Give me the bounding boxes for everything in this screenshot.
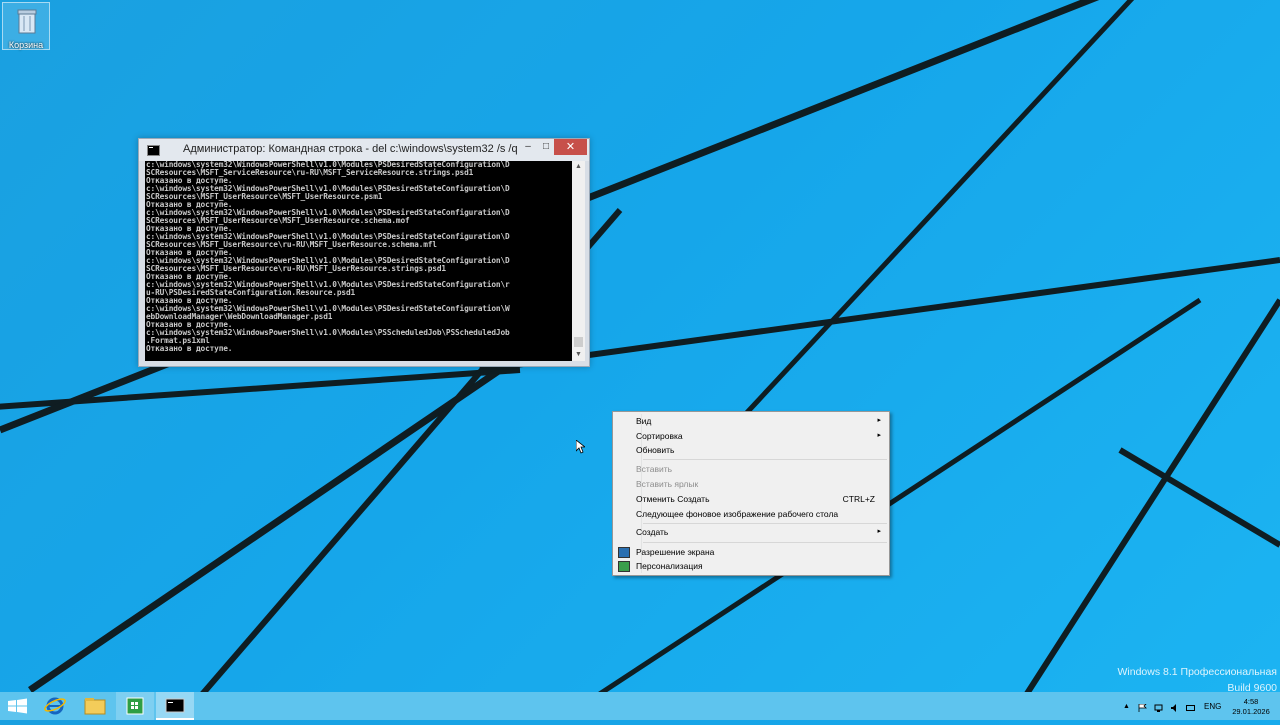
start-button[interactable] xyxy=(0,692,38,720)
volume-icon[interactable] xyxy=(1170,704,1179,712)
menu-separator xyxy=(643,523,887,524)
menu-item-label: Разрешение экрана xyxy=(636,547,715,557)
menu-item-next-background[interactable]: Следующее фоновое изображение рабочего с… xyxy=(615,507,887,522)
command-prompt-icon xyxy=(147,145,160,156)
menu-item-personalize[interactable]: Персонализация xyxy=(615,559,887,574)
clock-time: 4:58 xyxy=(1243,697,1259,706)
file-explorer-icon xyxy=(84,698,106,715)
display-icon xyxy=(618,547,630,558)
taskbar-store[interactable] xyxy=(116,692,154,720)
menu-item-label: Вставить ярлык xyxy=(636,479,699,489)
menu-item-screen-resolution[interactable]: Разрешение экрана xyxy=(615,545,887,560)
window-titlebar[interactable]: Администратор: Командная строка - del c:… xyxy=(139,139,589,161)
submenu-arrow-icon: ▸ xyxy=(877,432,881,439)
store-icon xyxy=(126,697,144,715)
menu-item-undo-create[interactable]: Отменить Создать CTRL+Z xyxy=(615,492,887,507)
menu-item-label: Сортировка xyxy=(636,431,683,441)
menu-item-refresh[interactable]: Обновить xyxy=(615,443,887,458)
submenu-arrow-icon: ▸ xyxy=(877,417,881,424)
menu-item-label: Обновить xyxy=(636,445,675,455)
taskbar-file-explorer[interactable] xyxy=(76,692,114,720)
vertical-scrollbar[interactable]: ▲ ▼ xyxy=(572,161,585,361)
internet-explorer-icon xyxy=(44,697,66,715)
menu-item-view[interactable]: Вид ▸ xyxy=(615,414,887,429)
start-icon xyxy=(8,698,27,714)
taskbar xyxy=(0,692,1280,720)
menu-item-sort[interactable]: Сортировка ▸ xyxy=(615,429,887,444)
window-title: Администратор: Командная строка - del c:… xyxy=(183,143,518,155)
scroll-thumb[interactable] xyxy=(574,337,583,347)
close-button[interactable]: ✕ xyxy=(554,139,587,155)
recycle-bin-icon xyxy=(17,9,37,34)
clock-date: 29.01.2026 xyxy=(1232,707,1270,716)
menu-item-label: Вид xyxy=(636,416,652,426)
action-center-flag-icon[interactable] xyxy=(1138,704,1147,712)
menu-item-label: Вставить xyxy=(636,464,673,474)
recycle-bin-shortcut[interactable]: Корзина xyxy=(2,2,50,50)
menu-item-label: Персонализация xyxy=(636,561,703,571)
menu-item-paste-shortcut[interactable]: Вставить ярлык xyxy=(615,477,887,492)
console-text: c:\windows\system32\WindowsPowerShell\v1… xyxy=(146,161,510,353)
console-output[interactable]: c:\windows\system32\WindowsPowerShell\v1… xyxy=(145,161,572,361)
watermark-edition: Windows 8.1 Профессиональная xyxy=(1117,666,1278,678)
menu-separator xyxy=(643,459,887,460)
menu-separator xyxy=(643,542,887,543)
command-prompt-icon xyxy=(165,698,185,713)
keyboard-icon[interactable] xyxy=(1186,704,1195,712)
mouse-cursor-icon xyxy=(576,440,585,454)
taskbar-command-prompt[interactable] xyxy=(156,692,194,720)
scroll-down-arrow-icon[interactable]: ▼ xyxy=(572,349,585,361)
menu-item-label: Следующее фоновое изображение рабочего с… xyxy=(636,509,839,519)
network-icon[interactable] xyxy=(1154,704,1163,712)
menu-item-paste[interactable]: Вставить xyxy=(615,462,887,477)
command-prompt-window[interactable]: Администратор: Командная строка - del c:… xyxy=(138,138,590,367)
scroll-up-arrow-icon[interactable]: ▲ xyxy=(572,161,585,173)
menu-item-new[interactable]: Создать ▸ xyxy=(615,525,887,540)
submenu-arrow-icon: ▸ xyxy=(877,528,881,535)
desktop-context-menu: Вид ▸ Сортировка ▸ Обновить Вставить Вст… xyxy=(612,411,890,576)
menu-item-label: Создать xyxy=(636,527,669,537)
minimize-button[interactable]: – xyxy=(519,139,537,155)
maximize-button[interactable]: □ xyxy=(537,139,555,155)
show-hidden-icons-icon[interactable]: ▲ xyxy=(1123,703,1132,711)
recycle-bin-label: Корзина xyxy=(8,40,44,50)
menu-shortcut: CTRL+Z xyxy=(842,494,875,504)
menu-item-label: Отменить Создать xyxy=(636,494,710,504)
personalize-icon xyxy=(618,561,630,572)
input-language-indicator[interactable]: ENG xyxy=(1204,702,1221,711)
taskbar-clock[interactable]: 4:58 29.01.2026 xyxy=(1226,697,1276,717)
taskbar-internet-explorer[interactable] xyxy=(36,692,74,720)
